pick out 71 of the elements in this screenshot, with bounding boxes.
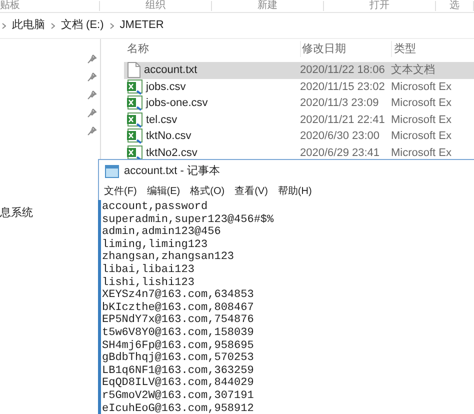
file-date: 2020/11/15 23:02: [300, 80, 386, 94]
column-header[interactable]: 名称: [101, 40, 300, 58]
text-line: zhangsan,zhangsan123: [102, 251, 234, 264]
file-name: tktNo.csv: [146, 129, 192, 144]
menu-item[interactable]: 格式(O): [190, 184, 225, 198]
pin-icon: [87, 89, 97, 101]
text-line: gBdbThqj@163.com,570253: [102, 352, 254, 365]
text-line: liming,liming123: [102, 238, 208, 251]
chevron-icon: [2, 22, 6, 28]
ribbon-group-label: 打开: [370, 1, 390, 11]
nav-item[interactable]: 息系统: [0, 205, 100, 222]
text-line: admin,admin123@456: [102, 226, 221, 239]
column-header[interactable]: 修改日期: [300, 40, 391, 58]
file-type: Microsoft Ex: [391, 80, 453, 94]
breadcrumb-item[interactable]: 文档 (E:): [61, 17, 104, 34]
file-date: 2020/11/22 18:06: [300, 63, 386, 78]
breadcrumb-item[interactable]: JMETER: [120, 17, 164, 34]
pin-icon: [87, 107, 97, 119]
file-name: tel.csv: [146, 112, 178, 128]
file-name: account.txt: [144, 63, 198, 78]
ribbon-group-label: 选: [450, 1, 460, 11]
file-row[interactable]: account.txt 2020/11/22 18:06 文本文档: [124, 62, 474, 78]
text-line: libai,libai123: [102, 264, 194, 277]
ribbon-group-label: 贴板: [0, 1, 20, 11]
file-row[interactable]: jobs.csv 2020/11/15 23:02 Microsoft Ex: [124, 78, 474, 95]
file-row[interactable]: jobs-one.csv 2020/11/3 23:09 Microsoft Ex: [124, 95, 474, 112]
menu-item[interactable]: 帮助(H): [278, 184, 312, 198]
file-type: Microsoft Ex: [391, 96, 453, 111]
notepad-icon: [105, 164, 119, 178]
text-line: LB1q6NF1@163.com,363259: [102, 364, 254, 377]
text-line: account,password: [102, 201, 208, 214]
file-type: Microsoft Ex: [391, 112, 453, 128]
spreadsheet-file-icon: [127, 128, 143, 144]
text-line: EqQD8ILV@163.com,844029: [102, 377, 254, 390]
file-name: jobs.csv: [146, 80, 186, 94]
file-name: jobs-one.csv: [146, 96, 208, 111]
spreadsheet-file-icon: [127, 78, 143, 95]
menu-item[interactable]: 文件(F): [104, 184, 137, 198]
text-line: superadmin,super123@456#$%: [102, 214, 274, 226]
text-line: r5GmoV2W@163.com,307191: [102, 390, 254, 402]
file-date: 2020/6/30 23:00: [300, 129, 381, 144]
file-date: 2020/6/29 23:41: [300, 146, 381, 160]
menu-item[interactable]: 查看(V): [234, 184, 268, 198]
text-file-icon: [127, 62, 141, 78]
window-title: account.txt - 记事本: [124, 164, 220, 179]
chevron-icon: [51, 22, 55, 28]
ribbon-group-label: 组织: [146, 1, 166, 11]
pin-icon: [87, 125, 97, 137]
pin-icon: [87, 71, 97, 83]
file-name: tktNo2.csv: [146, 146, 198, 160]
text-line: EP5NdY7x@163.com,754876: [102, 314, 254, 327]
text-line: XEYSz4n7@163.com,634853: [102, 289, 254, 302]
file-type: Microsoft Ex: [391, 146, 453, 160]
spreadsheet-file-icon: [127, 95, 143, 112]
menu-item[interactable]: 编辑(E): [146, 184, 180, 198]
chevron-icon: [110, 22, 114, 28]
file-row[interactable]: tel.csv 2020/11/21 22:41 Microsoft Ex: [124, 112, 474, 128]
spreadsheet-file-icon: [127, 112, 143, 128]
text-line: SH4mj6Fp@163.com,958695: [102, 340, 254, 352]
text-line: t5w6V8Y0@163.com,158039: [102, 326, 254, 340]
breadcrumb-item[interactable]: 此电脑: [12, 17, 45, 34]
text-line: bKIczthe@163.com,808467: [102, 302, 254, 314]
file-date: 2020/11/3 23:09: [300, 96, 380, 111]
text-line: eIcuhEoG@163.com,958912: [102, 402, 254, 414]
pin-icon: [87, 53, 97, 65]
column-header[interactable]: 类型: [391, 40, 474, 58]
file-type: Microsoft Ex: [391, 129, 453, 144]
file-row[interactable]: tktNo.csv 2020/6/30 23:00 Microsoft Ex: [124, 128, 474, 144]
file-date: 2020/11/21 22:41: [300, 112, 386, 128]
file-type: 文本文档: [391, 62, 436, 78]
text-line: lishi,lishi123: [102, 276, 194, 289]
